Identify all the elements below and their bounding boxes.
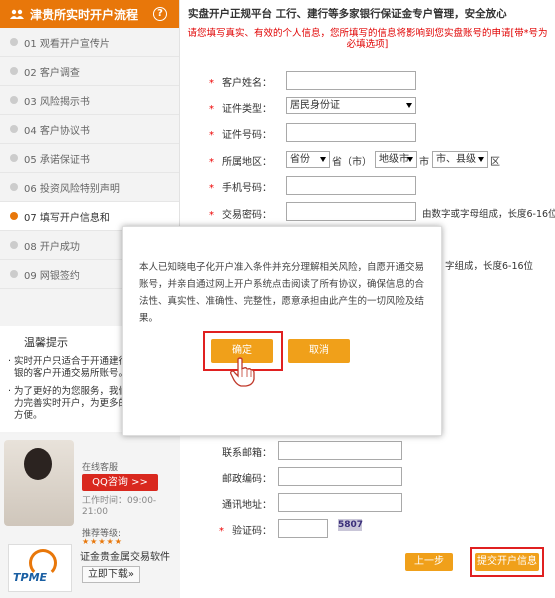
sidebar-title: 津贵所实时开户流程 — [30, 7, 139, 22]
required-mark: * — [209, 104, 214, 115]
id-number-input[interactable] — [286, 123, 416, 142]
required-mark: * — [209, 183, 214, 194]
work-hours: 工作时间：09:00-21:00 — [82, 496, 157, 517]
required-mark: * — [219, 526, 224, 537]
mobile-label: * 手机号码： — [209, 179, 272, 194]
id-type-value: 居民身份证 — [290, 100, 340, 111]
rating-stars-icon: ★★★★★ — [82, 537, 123, 546]
step-dot-icon — [10, 183, 18, 191]
id-type-label: * 证件类型： — [209, 100, 272, 115]
trade-pwd-input[interactable] — [286, 202, 416, 221]
province-suffix: 省（市） — [332, 157, 372, 168]
service-agent-photo — [4, 440, 74, 526]
province-select[interactable]: 省份 — [286, 151, 330, 168]
step-item[interactable]: 06 投资风险特别声明 — [0, 173, 179, 202]
step-label: 09 网银签约 — [24, 270, 80, 282]
required-mark: * — [209, 210, 214, 221]
prev-step-button[interactable]: 上一步 — [405, 553, 453, 571]
chevron-down-icon — [407, 157, 413, 162]
page: 津贵所实时开户流程 ? 01 观看开户宣传片 02 客户调查 03 风险揭示书 … — [0, 0, 555, 598]
step-label: 08 开户成功 — [24, 241, 80, 253]
page-title: 实盘开户正规平台 工行、建行等多家银行保证金专户管理，安全放心 — [188, 8, 507, 20]
tpme-logo: TPME — [8, 544, 72, 592]
step-label: 06 投资风险特别声明 — [24, 183, 120, 195]
cancel-button[interactable]: 取消 — [288, 339, 350, 363]
id-type-select[interactable]: 居民身份证 — [286, 97, 416, 114]
step-label: 07 填写开户信息和 — [24, 212, 110, 224]
step-item[interactable]: 01 观看开户宣传片 — [0, 28, 179, 57]
captcha-label: * 验证码： — [219, 522, 272, 537]
help-icon[interactable]: ? — [153, 7, 167, 21]
step-dot-icon — [10, 67, 18, 75]
pwd-confirm-hint: 字组成，长度6-16位 — [445, 261, 534, 272]
city-value: 地级市 — [379, 154, 409, 165]
step-item[interactable]: 03 风险揭示书 — [0, 86, 179, 115]
software-name: 证金贵金属交易软件 — [80, 552, 170, 563]
chevron-down-icon — [478, 157, 484, 162]
id-type-label-text: 证件类型： — [222, 104, 272, 115]
trade-pwd-label: * 交易密码： — [209, 206, 272, 221]
required-mark: * — [209, 78, 214, 89]
county-value: 市、县级 — [436, 154, 476, 165]
step-label: 01 观看开户宣传片 — [24, 38, 110, 50]
step-dot-icon — [10, 270, 18, 278]
step-dot-icon — [10, 96, 18, 104]
captcha-label-text: 验证码： — [232, 526, 272, 537]
submit-account-button[interactable]: 提交开户信息 — [475, 553, 539, 571]
name-label: * 客户姓名： — [209, 74, 272, 89]
sidebar-header: 津贵所实时开户流程 ? — [0, 0, 179, 28]
name-label-text: 客户姓名： — [222, 78, 272, 89]
region-label: * 所属地区： — [209, 153, 272, 168]
email-input[interactable] — [278, 441, 402, 460]
required-mark: * — [209, 157, 214, 168]
step-label: 05 承诺保证书 — [24, 154, 90, 166]
captcha-image[interactable]: 5807 — [338, 519, 363, 531]
qq-consult-button[interactable]: QQ咨询 >> — [82, 474, 158, 491]
step-item[interactable]: 05 承诺保证书 — [0, 144, 179, 173]
trade-pwd-label-text: 交易密码： — [222, 210, 272, 221]
address-label: 通讯地址： — [222, 500, 272, 511]
mobile-label-text: 手机号码： — [222, 183, 272, 194]
warning-text: 请您填写真实、有效的个人信息，您所填写的信息将影响到您实盘账号的申请[带*号为必… — [187, 28, 548, 50]
required-mark: * — [209, 130, 214, 141]
step-item[interactable]: 04 客户协议书 — [0, 115, 179, 144]
id-number-label-text: 证件号码： — [222, 130, 272, 141]
step-dot-icon — [10, 241, 18, 249]
step-dot-icon — [10, 154, 18, 162]
step-item[interactable]: 02 客户调查 — [0, 57, 179, 86]
step-dot-icon — [10, 212, 18, 220]
mobile-input[interactable] — [286, 176, 416, 195]
download-button[interactable]: 立即下载» — [82, 566, 140, 583]
confirm-dialog: 本人已知晓电子化开户准入条件并充分理解相关风险，自愿开通交易账号，并亲自通过网上… — [122, 226, 442, 436]
county-select[interactable]: 市、县级 — [432, 151, 488, 168]
step-dot-icon — [10, 38, 18, 46]
chevron-down-icon — [320, 157, 326, 162]
online-service-label: 在线客服 — [82, 463, 119, 473]
captcha-input[interactable] — [278, 519, 328, 538]
email-label: 联系邮箱： — [222, 448, 272, 459]
address-input[interactable] — [278, 493, 402, 512]
zip-input[interactable] — [278, 467, 402, 486]
pwd-hint: 由数字或字母组成，长度6-16位 — [422, 209, 555, 220]
dialog-message: 本人已知晓电子化开户准入条件并充分理解相关风险，自愿开通交易账号，并亲自通过网上… — [139, 262, 425, 324]
users-icon — [10, 9, 24, 19]
step-label: 04 客户协议书 — [24, 125, 90, 137]
city-suffix: 市 — [419, 157, 429, 168]
zip-label: 邮政编码： — [222, 474, 272, 485]
province-value: 省份 — [290, 154, 310, 165]
region-label-text: 所属地区： — [222, 157, 272, 168]
hand-pointer-icon — [230, 357, 255, 387]
chevron-down-icon — [406, 103, 412, 108]
step-dot-icon — [10, 125, 18, 133]
logo-text: TPME — [13, 571, 48, 584]
row-captcha: * 验证码： — [180, 519, 555, 539]
id-number-label: * 证件号码： — [209, 126, 272, 141]
city-select[interactable]: 地级市 — [375, 151, 417, 168]
step-label: 02 客户调查 — [24, 67, 80, 79]
county-suffix: 区 — [490, 157, 500, 168]
step-label: 03 风险揭示书 — [24, 96, 90, 108]
name-input[interactable] — [286, 71, 416, 90]
customer-service-panel: 在线客服 QQ咨询 >> 工作时间：09:00-21:00 推荐等级: ★★★★… — [0, 434, 180, 598]
